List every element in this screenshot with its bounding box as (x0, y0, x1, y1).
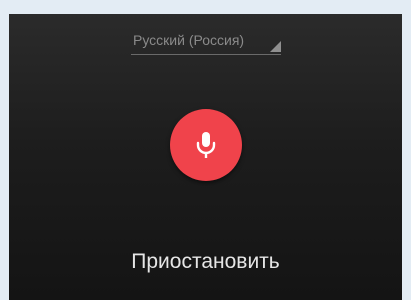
language-dropdown[interactable]: Русский (Россия) (131, 30, 281, 55)
language-label: Русский (Россия) (133, 32, 245, 48)
microphone-button[interactable] (170, 109, 242, 181)
voice-input-panel: Русский (Россия) Приостановить (9, 14, 402, 300)
pause-label[interactable]: Приостановить (9, 250, 402, 274)
dropdown-caret-icon (270, 41, 281, 52)
microphone-icon (196, 132, 216, 158)
